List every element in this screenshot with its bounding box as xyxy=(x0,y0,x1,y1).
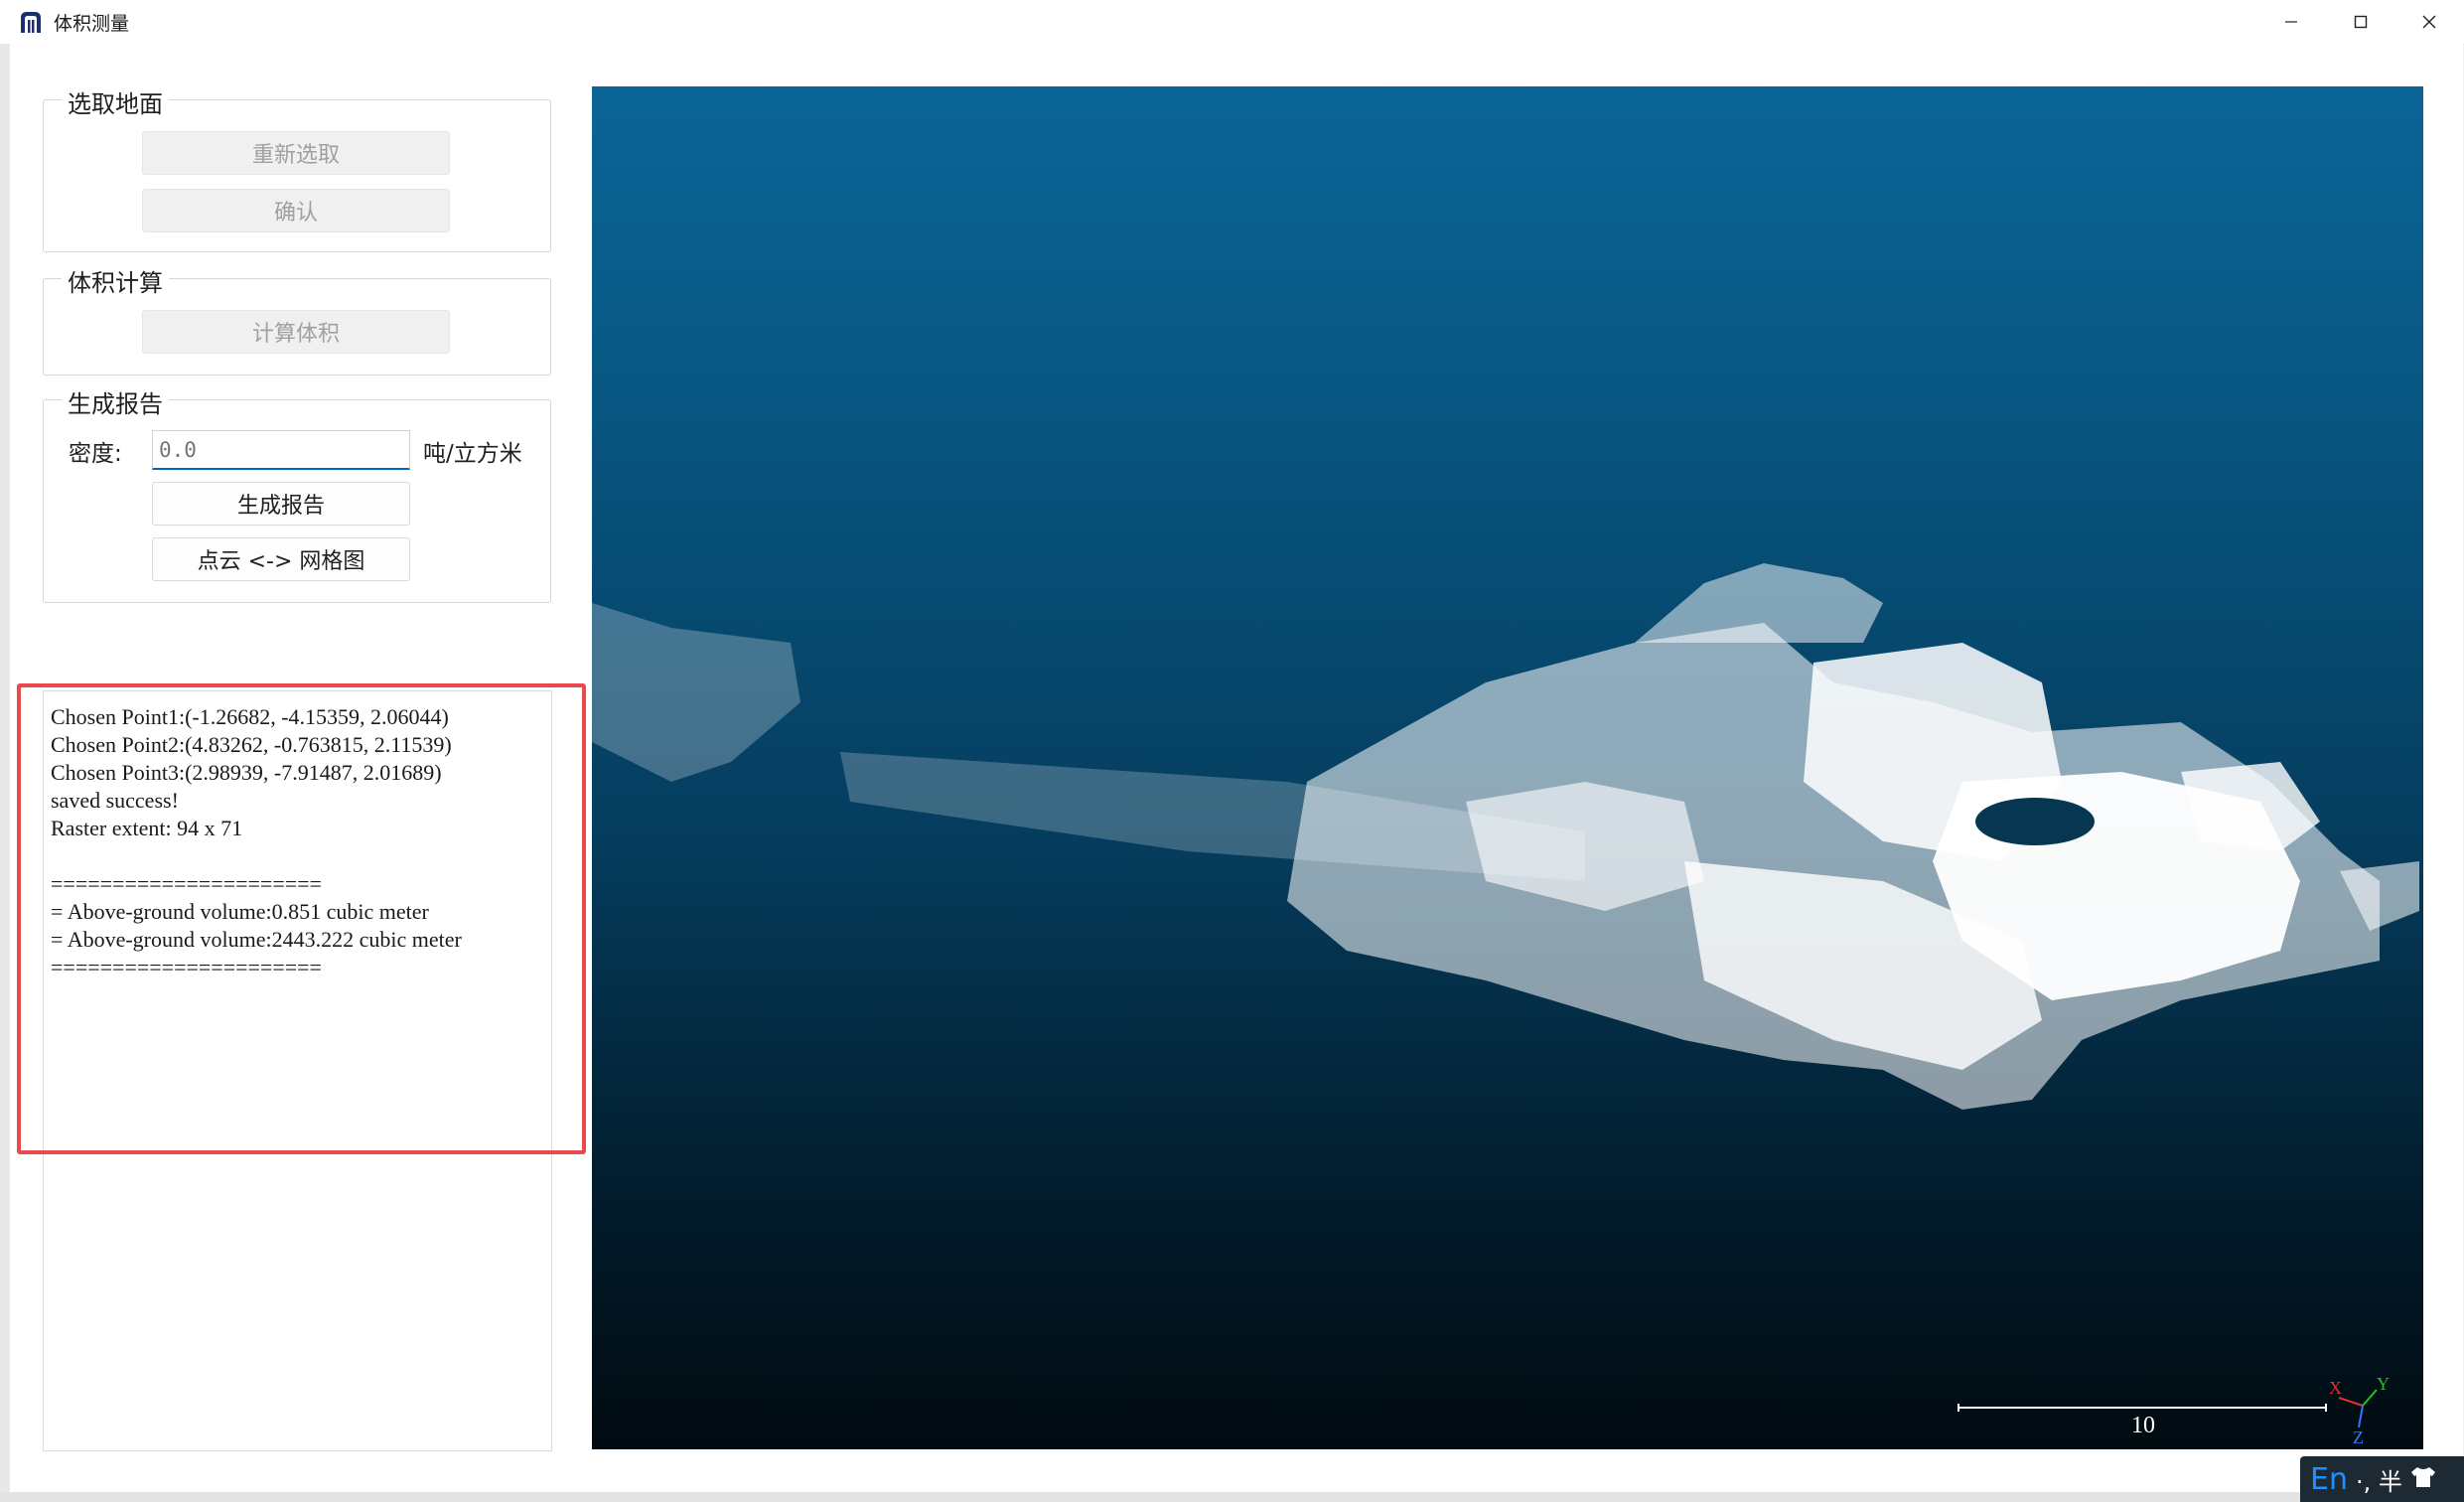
generate-report-button[interactable]: 生成报告 xyxy=(152,482,410,526)
report-title: 生成报告 xyxy=(62,384,169,419)
background-window-strip xyxy=(0,44,10,1492)
point-cloud-render xyxy=(592,563,2419,1110)
ime-mode: ·, 半 xyxy=(2355,1467,2402,1496)
ime-indicator[interactable]: En ·, 半 xyxy=(2300,1456,2464,1502)
close-icon xyxy=(2422,15,2436,29)
calc-volume-button[interactable]: 计算体积 xyxy=(142,310,450,354)
density-input[interactable] xyxy=(152,430,410,470)
density-label: 密度: xyxy=(69,441,122,467)
maximize-icon xyxy=(2354,15,2368,29)
confirm-button[interactable]: 确认 xyxy=(142,189,450,232)
scale-label: 10 xyxy=(2131,1413,2155,1438)
window-title: 体积测量 xyxy=(54,13,130,35)
app-icon xyxy=(18,9,44,35)
minimize-button[interactable] xyxy=(2256,0,2326,44)
axes-gizmo: X Y Z xyxy=(2329,1374,2398,1447)
console-output-text: Chosen Point1:(-1.26682, -4.15359, 2.060… xyxy=(51,704,462,979)
taskbar-edge xyxy=(0,1492,2300,1502)
toggle-view-button[interactable]: 点云 <-> 网格图 xyxy=(152,537,410,581)
volume-calc-title: 体积计算 xyxy=(62,263,169,298)
axis-z-label: Z xyxy=(2353,1427,2364,1445)
shirt-icon xyxy=(2410,1466,2436,1492)
title-bar: 体积测量 xyxy=(0,0,2464,45)
point-cloud-viewer[interactable] xyxy=(592,86,2423,1449)
maximize-button[interactable] xyxy=(2326,0,2395,44)
density-unit-label: 吨/立方米 xyxy=(423,441,522,467)
axis-x-label: X xyxy=(2329,1378,2342,1398)
axis-y-label: Y xyxy=(2377,1376,2390,1394)
ime-language: En xyxy=(2310,1461,2348,1497)
reselect-button[interactable]: 重新选取 xyxy=(142,131,450,175)
select-ground-title: 选取地面 xyxy=(62,84,169,119)
close-button[interactable] xyxy=(2394,0,2464,44)
minimize-icon xyxy=(2285,21,2297,23)
